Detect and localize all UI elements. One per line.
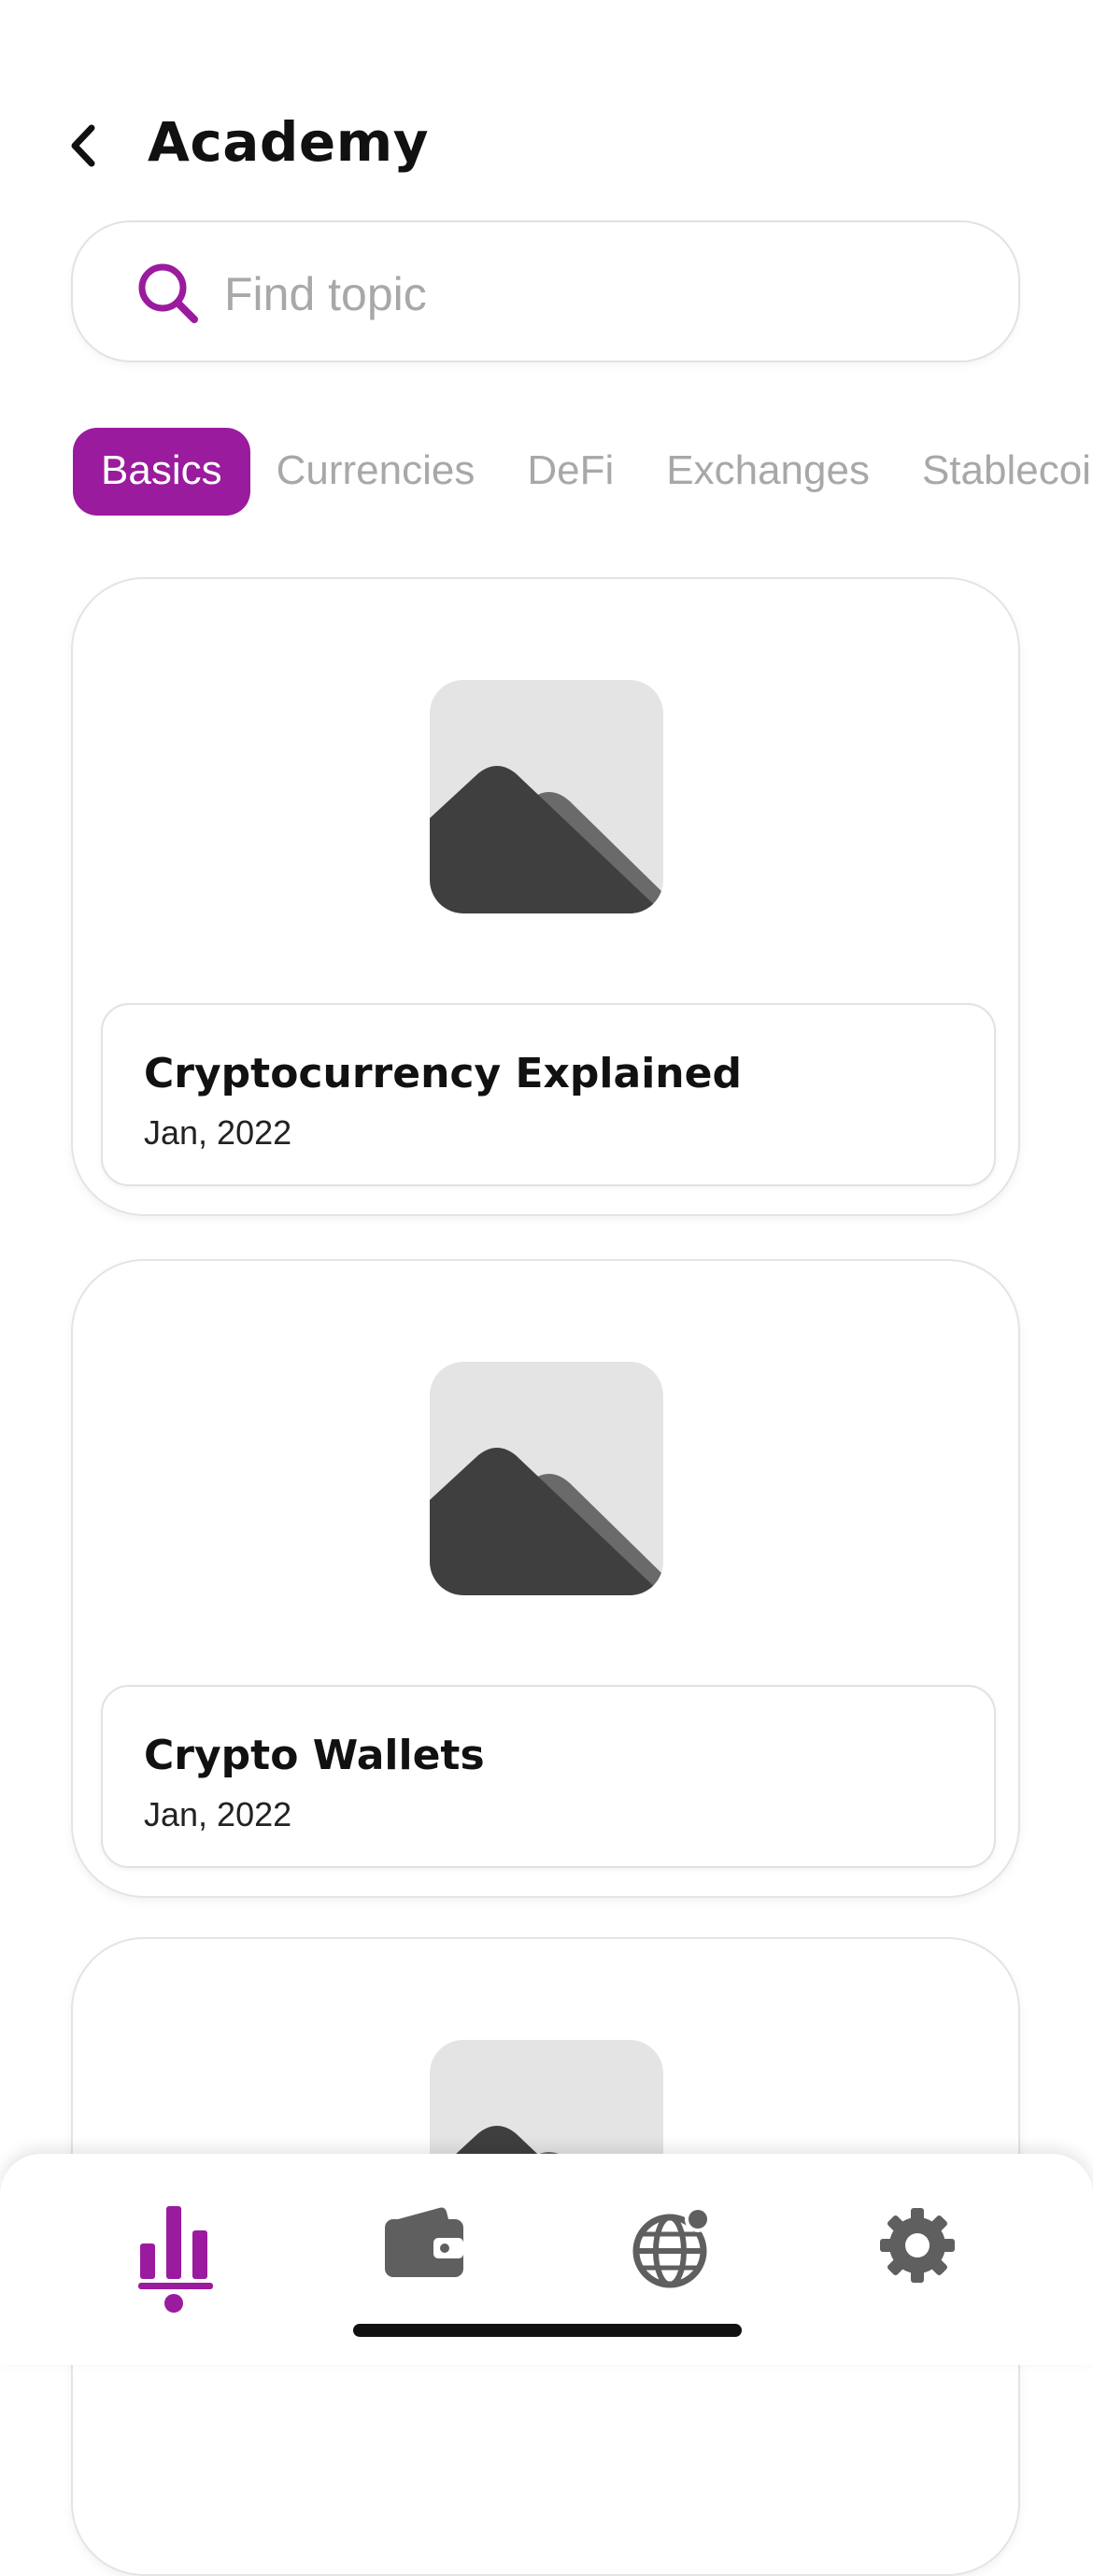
- article-info: Crypto Wallets Jan, 2022: [101, 1685, 996, 1868]
- globe-icon: [632, 2206, 711, 2288]
- image-placeholder-icon: [430, 1362, 663, 1595]
- tab-stablecoins[interactable]: Stablecoins: [896, 428, 1093, 516]
- chart-icon: [138, 2206, 213, 2313]
- notification-dot-icon: [688, 2210, 707, 2229]
- search-icon: [138, 263, 198, 323]
- article-info: Cryptocurrency Explained Jan, 2022: [101, 1003, 996, 1186]
- nav-item-wallet[interactable]: [378, 2206, 472, 2318]
- header: Academy: [0, 84, 1093, 205]
- article-card[interactable]: Cryptocurrency Explained Jan, 2022: [71, 577, 1020, 1216]
- image-placeholder-icon: [430, 680, 663, 913]
- article-card[interactable]: Crypto Wallets Jan, 2022: [71, 1259, 1020, 1898]
- bottom-navigation: [0, 2154, 1093, 2365]
- gear-icon: [880, 2208, 955, 2283]
- article-date: Jan, 2022: [144, 1113, 292, 1152]
- article-title: Cryptocurrency Explained: [144, 1050, 742, 1097]
- nav-item-explore[interactable]: [626, 2206, 719, 2318]
- wallet-icon: [385, 2207, 463, 2277]
- back-button[interactable]: [58, 120, 110, 172]
- search-bar[interactable]: [71, 220, 1020, 362]
- tab-defi[interactable]: DeFi: [501, 428, 640, 516]
- page-title: Academy: [148, 110, 430, 174]
- nav-item-settings[interactable]: [871, 2206, 964, 2318]
- tab-exchanges[interactable]: Exchanges: [640, 428, 896, 516]
- search-input[interactable]: [222, 245, 973, 344]
- chevron-left-icon: [71, 124, 95, 167]
- tab-basics[interactable]: Basics: [73, 428, 250, 516]
- nav-item-markets[interactable]: [132, 2206, 225, 2318]
- category-tabs: BasicsCurrenciesDeFiExchangesStablecoins: [73, 428, 1093, 516]
- article-title: Crypto Wallets: [144, 1732, 485, 1779]
- article-date: Jan, 2022: [144, 1795, 292, 1833]
- tab-currencies[interactable]: Currencies: [250, 428, 502, 516]
- home-indicator: [353, 2324, 742, 2337]
